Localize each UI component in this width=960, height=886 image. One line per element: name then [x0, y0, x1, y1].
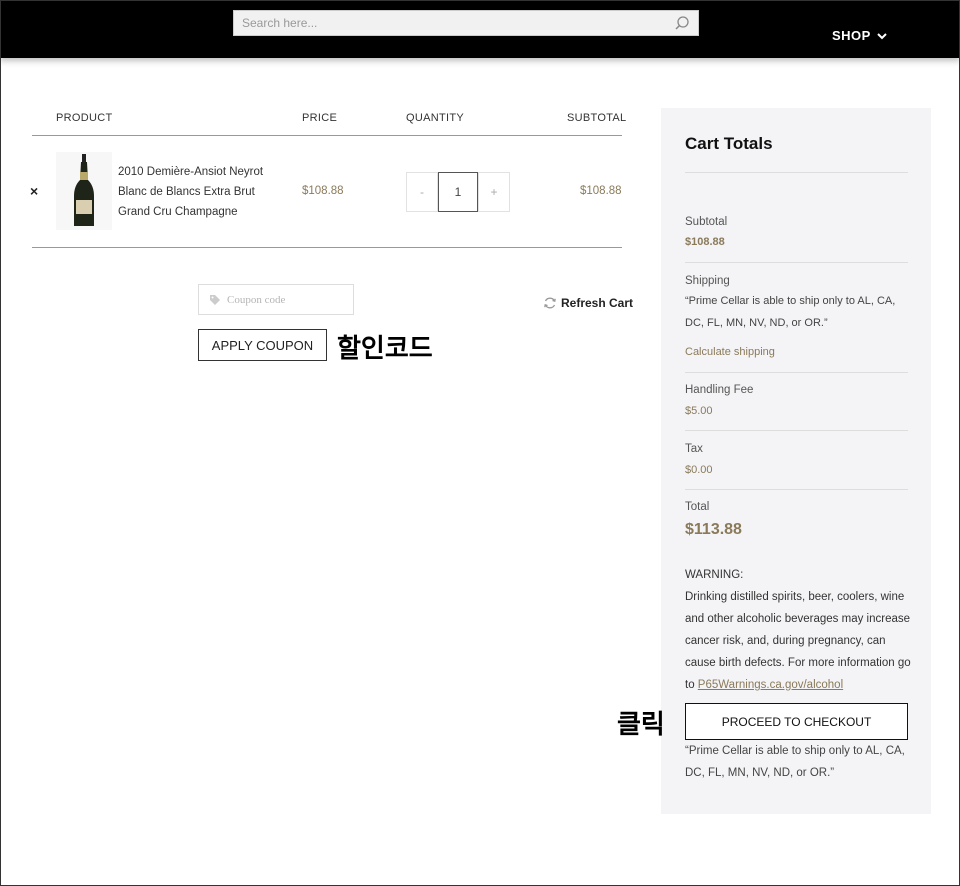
divider	[685, 262, 908, 263]
refresh-icon	[544, 297, 556, 309]
remove-item-button[interactable]: ×	[30, 183, 38, 199]
search-input[interactable]	[234, 11, 664, 35]
subtotal-label: Subtotal	[685, 216, 728, 228]
proceed-to-checkout-button[interactable]: PROCEED TO CHECKOUT	[685, 703, 908, 740]
shop-label: SHOP	[832, 28, 871, 43]
row-subtotal: $108.88	[580, 185, 622, 197]
quantity-input[interactable]: 1	[438, 172, 478, 212]
cart-totals-title: Cart Totals	[685, 134, 773, 153]
total-label: Total	[685, 501, 710, 513]
shipping-footer-note: “Prime Cellar is able to ship only to AL…	[685, 745, 905, 779]
shipping-label: Shipping	[685, 275, 730, 287]
top-navigation-bar: SHOP	[0, 0, 960, 58]
warning-title: WARNING:	[685, 569, 744, 581]
apply-coupon-button[interactable]: APPLY COUPON	[198, 329, 327, 361]
shipping-note: “Prime Cellar is able to ship only to AL…	[685, 295, 896, 329]
column-header-product: PRODUCT	[56, 112, 113, 124]
column-header-quantity: QUANTITY	[406, 112, 465, 124]
quantity-stepper: - 1 +	[406, 172, 510, 212]
prop65-warning: WARNING: Drinking distilled spirits, bee…	[685, 564, 913, 696]
search-box	[233, 10, 699, 36]
coupon-code-input[interactable]	[227, 293, 347, 306]
warning-text: Drinking distilled spirits, beer, cooler…	[685, 591, 911, 691]
coupon-field	[198, 284, 354, 315]
product-name-link[interactable]: 2010 Demière-Ansiot Neyrot Blanc de Blan…	[118, 162, 288, 222]
refresh-cart-label: Refresh Cart	[561, 296, 634, 310]
divider	[685, 172, 908, 173]
total-value: $113.88	[685, 521, 742, 538]
annotation-coupon-note: 할인코드	[337, 334, 433, 364]
table-footer-divider	[32, 247, 622, 248]
refresh-cart-button[interactable]: Refresh Cart	[543, 296, 633, 310]
subtotal-value: $108.88	[685, 236, 725, 248]
column-header-subtotal: SUBTOTAL	[567, 112, 627, 124]
shop-menu[interactable]: SHOP	[832, 28, 887, 43]
table-header-divider	[32, 135, 622, 136]
p65-warnings-link[interactable]: P65Warnings.ca.gov/alcohol	[698, 679, 843, 691]
annotation-checkout-note: 클릭	[617, 710, 665, 740]
calculate-shipping-link[interactable]: Calculate shipping	[685, 346, 775, 358]
divider	[685, 489, 908, 490]
search-icon[interactable]	[674, 15, 690, 31]
quantity-decrease-button[interactable]: -	[406, 172, 438, 212]
quantity-increase-button[interactable]: +	[478, 172, 510, 212]
product-image[interactable]	[56, 152, 112, 230]
tag-icon	[210, 294, 220, 305]
tax-label: Tax	[685, 443, 703, 455]
chevron-down-icon	[877, 32, 887, 39]
tax-value: $0.00	[685, 464, 713, 476]
divider	[685, 430, 908, 431]
divider	[685, 372, 908, 373]
handling-fee-value: $5.00	[685, 405, 713, 417]
handling-fee-label: Handling Fee	[685, 384, 754, 396]
column-header-price: PRICE	[302, 112, 338, 124]
product-price: $108.88	[302, 185, 344, 197]
